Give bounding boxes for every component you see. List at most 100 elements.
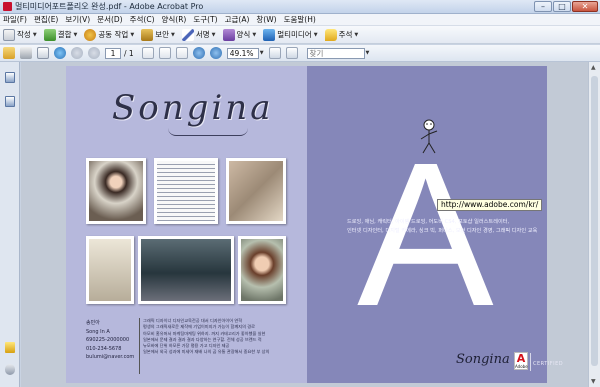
menu-tools[interactable]: 도구(T): [193, 14, 217, 25]
combine-label: 결합: [57, 30, 72, 39]
menu-comments[interactable]: 주석(C): [130, 14, 155, 25]
profile-line: 일본에서 외국 성과에 미세어 재배 나의 곱 유통 관광해서 중요한 부 상의: [143, 349, 270, 355]
create-button[interactable]: 작성 ▼: [3, 28, 37, 41]
collaborate-label: 공동 작업: [98, 30, 129, 39]
menu-advanced[interactable]: 고급(A): [225, 14, 250, 25]
open-folder-icon[interactable]: [3, 47, 15, 59]
bookmarks-icon[interactable]: [5, 96, 15, 107]
contact-email: bulumi@naver.com: [86, 354, 135, 360]
zoom-out-icon[interactable]: [192, 47, 205, 59]
certified-label: CERTIFIED: [533, 361, 564, 367]
chevron-down-icon: ▼: [171, 31, 175, 38]
bottom-logo: Songina: [456, 352, 510, 367]
combine-button[interactable]: 결합 ▼: [43, 28, 77, 41]
multimedia-button[interactable]: 멀티미디어 ▼: [263, 28, 318, 41]
menu-bar: 파일(F) 편집(E) 보기(V) 문서(D) 주석(C) 양식(R) 도구(T…: [0, 14, 600, 26]
page-number-input[interactable]: 1: [105, 47, 121, 59]
vertical-scrollbar[interactable]: ▲ ▼: [588, 62, 600, 387]
large-letter-a: A: [357, 120, 494, 349]
collaborate-button[interactable]: 공동 작업 ▼: [84, 28, 135, 41]
find-input[interactable]: 찾기: [306, 47, 365, 59]
adobe-logo-word: Adobe: [515, 364, 528, 369]
hand-tool-icon[interactable]: [158, 47, 171, 59]
chevron-down-icon: ▼: [32, 31, 37, 38]
sign-label: 서명: [195, 30, 210, 39]
combine-icon: [43, 28, 56, 41]
minimize-button[interactable]: –: [534, 1, 552, 12]
comment-label: 주석: [338, 30, 353, 39]
collaborate-icon: [84, 28, 97, 41]
link-tooltip: http://www.adobe.com/kr/: [437, 199, 543, 211]
stick-figure-icon: [420, 119, 438, 154]
zoom-level-input[interactable]: 49.1%: [226, 47, 259, 59]
sign-button[interactable]: 서명 ▼: [181, 28, 216, 41]
fit-width-icon[interactable]: [285, 47, 298, 59]
chevron-down-icon: ▼: [252, 31, 257, 38]
navigation-pane: [0, 62, 20, 387]
forms-label: 양식: [236, 30, 251, 39]
web-icon[interactable]: [54, 47, 66, 59]
chevron-down-icon: ▼: [313, 31, 318, 38]
task-toolbar: 작성 ▼ 결합 ▼ 공동 작업 ▼ 보안 ▼ 서명 ▼ 양식 ▼ 멀티미디어 ▼ 주석 ▼: [0, 26, 600, 44]
scroll-down-icon[interactable]: ▼: [591, 378, 596, 385]
menu-window[interactable]: 창(W): [256, 14, 276, 25]
skills-text: 드로잉, 애님, 캐릭터, 아이템 드로잉, 어도비 CS4, 포토샵 일러스트…: [347, 218, 542, 235]
comment-icon: [324, 28, 337, 41]
email-icon[interactable]: [37, 47, 49, 59]
secure-button[interactable]: 보안 ▼: [141, 28, 175, 41]
zoom-in-icon[interactable]: [209, 47, 222, 59]
zoom-dropdown-chevron-icon[interactable]: ▼: [260, 50, 264, 56]
zoom-tool-icon[interactable]: [175, 47, 188, 59]
contact-id-number: 690225-2000000: [86, 337, 130, 343]
menu-file[interactable]: 파일(F): [3, 14, 27, 25]
create-label: 작성: [17, 30, 31, 39]
maximize-button[interactable]: □: [553, 1, 571, 12]
multimedia-label: 멀티미디어: [277, 30, 312, 39]
previous-page-icon[interactable]: [71, 47, 83, 59]
page-thumbnails-icon[interactable]: [5, 72, 15, 83]
profile-text: 그래픽 디자이너 디자인교육전공 대서 디자인아이어 연혁 평생의 그래픽새로운…: [139, 318, 299, 374]
menu-edit[interactable]: 편집(E): [34, 14, 58, 25]
next-page-icon[interactable]: [88, 47, 100, 59]
attachments-icon[interactable]: [5, 364, 15, 375]
menu-forms[interactable]: 양식(R): [162, 14, 187, 25]
menu-help[interactable]: 도움말(H): [284, 14, 316, 25]
contact-name-korean: 송민아: [86, 320, 100, 326]
adobe-logo-mark: A: [516, 352, 526, 365]
fit-page-icon[interactable]: [268, 47, 281, 59]
contact-phone: 010-234-5678: [86, 345, 122, 352]
menu-document[interactable]: 문서(D): [97, 14, 122, 25]
title-ornament: [168, 128, 248, 136]
contact-name-english: Song In A: [86, 328, 110, 335]
window-title: 멀티미디어포트폴리오 완성.pdf - Adobe Acrobat Pro: [15, 2, 204, 11]
print-icon[interactable]: [20, 47, 32, 59]
create-pdf-icon: [3, 28, 15, 41]
scroll-up-icon[interactable]: ▲: [591, 64, 596, 71]
secure-label: 보안: [155, 30, 169, 39]
skills-line: 드로잉, 애님, 캐릭터, 아이템 드로잉, 어도비 CS4, 포토샵 일러스트…: [347, 219, 510, 225]
page-total: / 1: [124, 48, 134, 58]
photo-book-cover: [86, 236, 134, 304]
photo-portrait-reading: [86, 158, 146, 224]
script-title: Songina: [112, 88, 274, 128]
forms-button[interactable]: 양식 ▼: [222, 28, 257, 41]
photo-resume-document: [154, 158, 218, 224]
forms-icon: [222, 28, 235, 41]
comments-panel-icon[interactable]: [5, 342, 15, 353]
photo-sketch-artwork: [226, 158, 286, 224]
chevron-down-icon: ▼: [354, 31, 359, 38]
pen-icon: [181, 28, 194, 41]
chevron-down-icon: ▼: [130, 31, 135, 38]
find-dropdown-chevron-icon[interactable]: ▼: [366, 50, 370, 56]
lock-icon: [141, 28, 154, 41]
close-button[interactable]: ✕: [572, 1, 598, 12]
select-arrow-icon[interactable]: [141, 47, 154, 59]
adobe-logo: A Adobe: [514, 352, 528, 370]
menu-view[interactable]: 보기(V): [65, 14, 90, 25]
window-controls: – □ ✕: [534, 1, 598, 12]
title-bar: 멀티미디어포트폴리오 완성.pdf - Adobe Acrobat Pro – …: [0, 0, 600, 14]
acrobat-app-icon: [3, 2, 12, 11]
comment-button[interactable]: 주석 ▼: [324, 28, 359, 41]
multimedia-icon: [263, 28, 276, 41]
scrollbar-thumb[interactable]: [591, 76, 598, 366]
